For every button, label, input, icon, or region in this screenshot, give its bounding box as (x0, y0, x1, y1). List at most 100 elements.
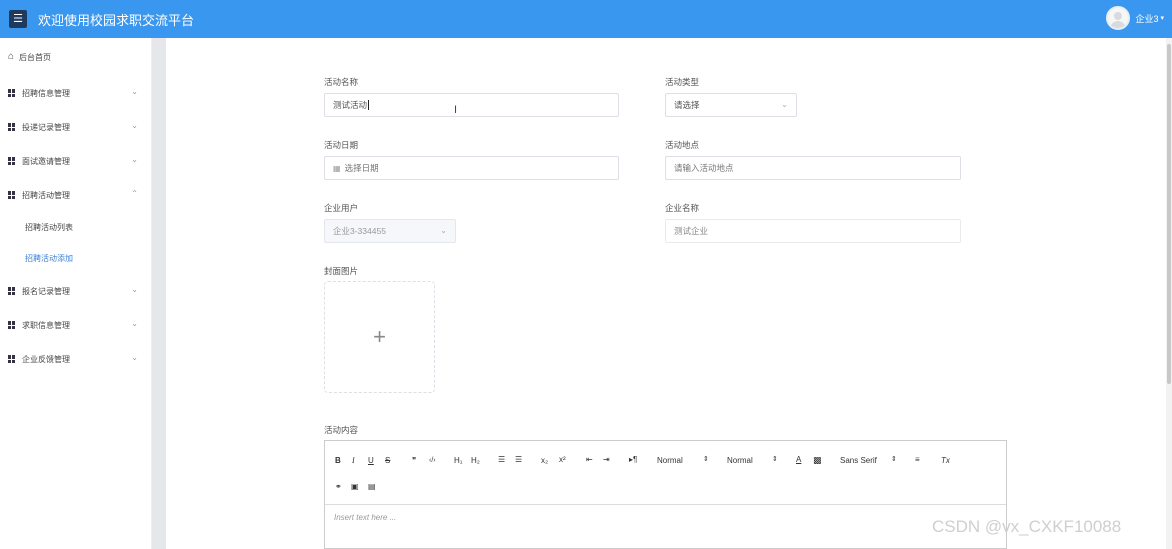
user-name: 企业3 (1135, 13, 1159, 24)
grid-icon (8, 123, 16, 131)
align-icon[interactable]: ≡ (915, 456, 920, 464)
avatar (1106, 6, 1131, 30)
sidebar-item-label: 招聘活动管理 (22, 190, 70, 200)
ordered-list-icon[interactable]: ☰ (498, 456, 505, 464)
grid-icon (8, 355, 16, 363)
grid-icon (8, 321, 16, 329)
content-label: 活动内容 (324, 425, 359, 435)
vertical-scrollbar[interactable] (1166, 38, 1172, 549)
company-user-select[interactable]: 企业3-334455 ⌄ (324, 219, 456, 243)
sidebar-item-label: 报名记录管理 (22, 286, 70, 296)
top-header: ☰ 欢迎使用校园求职交流平台 企业3 ▾ (0, 0, 1172, 38)
sidebar-subitem-label: 招聘活动列表 (25, 223, 73, 232)
header-select-arrows-icon: ⇕ (772, 456, 778, 463)
ibeam-cursor-icon: I (454, 104, 458, 116)
chevron-up-icon: ⌃ (131, 189, 138, 198)
font-select[interactable]: Sans Serif (840, 457, 877, 465)
company-name-value: 测试企业 (674, 226, 709, 236)
sidebar-item-label: 后台首页 (19, 52, 52, 62)
sidebar-subitem-label: 招聘活动添加 (25, 254, 73, 263)
calendar-icon: ▦ (333, 163, 341, 173)
app-title: 欢迎使用校园求职交流平台 (38, 13, 195, 29)
outdent-icon[interactable]: ⇤ (586, 456, 593, 464)
rich-text-editor: B I U S ❞ ‹/› H₁ H₂ ☰ ☰ x₂ x² ⇤ ⇥ ▸¶ Nor… (324, 440, 1007, 549)
strike-button[interactable]: S (385, 457, 390, 465)
grid-icon (8, 287, 16, 295)
background-color-icon[interactable]: ▩ (813, 456, 822, 465)
editor-toolbar: B I U S ❞ ‹/› H₁ H₂ ☰ ☰ x₂ x² ⇤ ⇥ ▸¶ Nor… (325, 441, 1006, 505)
sidebar-item-signup-records[interactable]: 报名记录管理 ⌄ (0, 274, 151, 308)
clean-format-button[interactable]: Tx (941, 457, 950, 465)
grid-icon (8, 157, 16, 165)
activity-name-label: 活动名称 (324, 77, 359, 87)
font-color-icon[interactable]: A (796, 456, 801, 464)
bullet-list-icon[interactable]: ☰ (515, 456, 522, 464)
video-icon[interactable]: ▤ (368, 483, 376, 491)
editor-body[interactable]: Insert text here ... (325, 505, 1006, 530)
activity-type-label: 活动类型 (665, 77, 700, 87)
h1-button[interactable]: H₁ (454, 457, 462, 465)
cover-image-uploader[interactable]: + (324, 281, 435, 393)
company-name-label: 企业名称 (665, 203, 700, 213)
activity-date-placeholder: 选择日期 (344, 163, 379, 173)
text-direction-icon[interactable]: ▸¶ (629, 456, 637, 464)
size-select-arrows-icon: ⇕ (703, 456, 709, 463)
home-icon: ⌂ (8, 51, 15, 62)
chevron-down-icon: ⌄ (781, 100, 788, 109)
link-icon[interactable]: ⚭ (335, 483, 342, 491)
chevron-down-icon: ⌄ (131, 285, 138, 294)
sidebar-item-label: 招聘信息管理 (22, 88, 70, 98)
underline-button[interactable]: U (368, 457, 374, 465)
activity-name-input[interactable]: 测试活动 (324, 93, 619, 117)
indent-icon[interactable]: ⇥ (603, 456, 610, 464)
italic-button[interactable]: I (352, 457, 355, 465)
editor-placeholder: Insert text here ... (334, 513, 397, 522)
sidebar-item-label: 企业反馈管理 (22, 354, 70, 364)
sidebar-subitem-activity-list[interactable]: 招聘活动列表 (0, 212, 151, 243)
sidebar-item-activities[interactable]: 招聘活动管理 ⌃ (0, 178, 151, 212)
code-button[interactable]: ‹/› (429, 457, 436, 464)
sidebar-gutter (152, 38, 166, 549)
sidebar-subitem-activity-add[interactable]: 招聘活动添加 (0, 243, 151, 274)
activity-name-value: 测试活动 (333, 100, 368, 110)
chevron-down-icon: ⌄ (131, 319, 138, 328)
superscript-button[interactable]: x² (559, 456, 566, 464)
chevron-down-icon: ⌄ (131, 121, 138, 130)
activity-date-picker[interactable]: ▦ 选择日期 (324, 156, 619, 180)
activity-location-label: 活动地点 (665, 140, 700, 150)
bold-button[interactable]: B (335, 457, 341, 465)
chevron-down-icon: ⌄ (131, 87, 138, 96)
text-caret (368, 100, 370, 110)
sidebar-item-interview[interactable]: 面试邀请管理 ⌄ (0, 144, 151, 178)
sidebar: ⌂ 后台首页 招聘信息管理 ⌄ 投递记录管理 ⌄ 面试邀请管理 ⌄ 招聘活动管理… (0, 38, 152, 549)
sidebar-item-label: 面试邀请管理 (22, 156, 70, 166)
sidebar-item-feedback[interactable]: 企业反馈管理 ⌄ (0, 342, 151, 376)
header-select[interactable]: Normal (727, 457, 753, 465)
watermark: CSDN @vx_CXKF10088 (932, 517, 1122, 536)
company-user-value: 企业3-334455 (333, 226, 386, 236)
sidebar-item-delivery-records[interactable]: 投递记录管理 ⌄ (0, 110, 151, 144)
activity-type-select[interactable]: 请选择 ⌄ (665, 93, 797, 117)
company-name-input[interactable]: 测试企业 (665, 219, 961, 243)
sidebar-item-job-seeking[interactable]: 求职信息管理 ⌄ (0, 308, 151, 342)
sidebar-item-home[interactable]: ⌂ 后台首页 (0, 38, 151, 76)
size-select[interactable]: Normal (657, 457, 683, 465)
hamburger-icon[interactable]: ☰ (9, 10, 27, 28)
blockquote-button[interactable]: ❞ (412, 457, 416, 465)
subscript-button[interactable]: x₂ (541, 457, 548, 465)
sidebar-item-recruit-info[interactable]: 招聘信息管理 ⌄ (0, 76, 151, 110)
chevron-down-icon: ⌄ (131, 155, 138, 164)
company-user-label: 企业用户 (324, 203, 359, 213)
chevron-down-icon: ⌄ (440, 226, 447, 235)
activity-location-placeholder: 请输入活动地点 (674, 163, 734, 173)
image-icon[interactable]: ▣ (351, 483, 359, 491)
activity-location-input[interactable]: 请输入活动地点 (665, 156, 961, 180)
sidebar-item-label: 求职信息管理 (22, 320, 70, 330)
h2-button[interactable]: H₂ (471, 457, 480, 465)
plus-icon: + (373, 324, 386, 349)
activity-type-placeholder: 请选择 (674, 100, 700, 110)
activity-date-label: 活动日期 (324, 140, 359, 150)
scrollbar-thumb[interactable] (1167, 44, 1171, 384)
user-menu[interactable]: 企业3 ▾ (1106, 6, 1164, 30)
sidebar-item-label: 投递记录管理 (22, 122, 70, 132)
